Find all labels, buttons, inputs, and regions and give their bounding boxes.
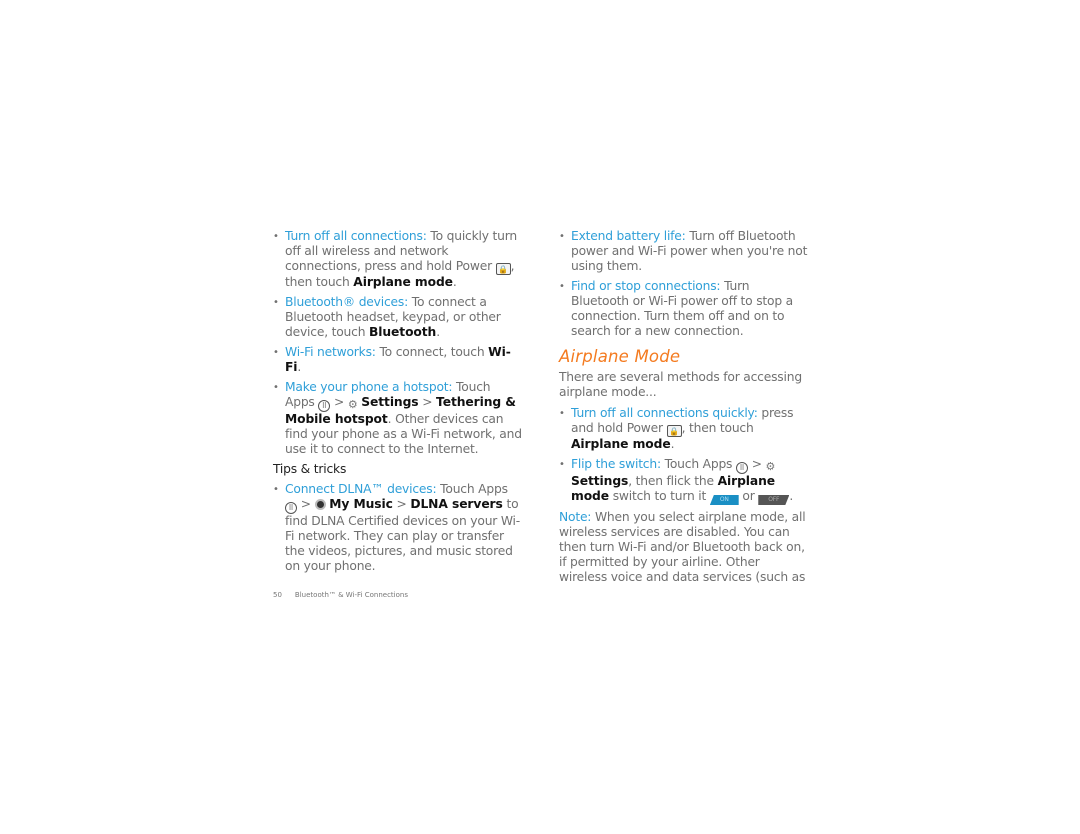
tips-subheading: Tips & tricks <box>273 462 347 476</box>
list-item: Find or stop connections: Turn Bluetooth… <box>559 279 809 339</box>
separator: > <box>330 395 348 409</box>
item-lead: Turn off all connections quickly: <box>571 406 758 420</box>
connection-tips-list: Turn off all connections: To quickly tur… <box>273 229 523 457</box>
item-text: , then flick the <box>628 474 718 488</box>
apps-icon: ⠿ <box>318 400 331 412</box>
settings-label: Settings <box>571 474 629 488</box>
gear-icon: ⚙ <box>765 460 776 473</box>
item-lead: Wi-Fi networks: <box>285 345 376 359</box>
separator: > <box>392 497 411 511</box>
airplane-methods-list: Turn off all connections quickly: press … <box>559 406 809 505</box>
right-column: Extend battery life: Turn off Bluetooth … <box>559 229 809 591</box>
apps-icon: ⠿ <box>735 462 748 474</box>
list-item: Connect DLNA™ devices: Touch Apps ⠿ > My… <box>273 482 523 574</box>
dlna-servers-label: DLNA servers <box>410 497 503 511</box>
item-lead: Extend battery life: <box>571 229 686 243</box>
switch-off-icon: OFF <box>758 495 789 505</box>
section-heading: Airplane Mode <box>559 347 681 366</box>
note-text: When you select airplane mode, all wirel… <box>559 510 806 584</box>
item-lead: Turn off all connections: <box>285 229 427 243</box>
note-paragraph: Note: When you select airplane mode, all… <box>559 510 809 585</box>
item-text: . <box>452 275 457 289</box>
gear-icon: ⚙ <box>347 398 358 411</box>
item-text: . <box>789 489 794 503</box>
item-lead: Connect DLNA™ devices: <box>285 482 437 496</box>
item-text: switch to turn it <box>609 489 710 503</box>
list-item: Wi-Fi networks: To connect, touch Wi-Fi. <box>273 345 523 375</box>
list-item: Extend battery life: Turn off Bluetooth … <box>559 229 809 274</box>
list-item: Make your phone a hotspot: Touch Apps ⠿ … <box>273 380 523 457</box>
power-key-icon: 🔒 <box>495 263 511 275</box>
item-lead: Make your phone a hotspot: <box>285 380 453 394</box>
item-text: To connect, touch <box>375 345 489 359</box>
item-text: Touch Apps <box>660 457 736 471</box>
list-item: Flip the switch: Touch Apps ⠿ > ⚙ Settin… <box>559 457 809 505</box>
item-text: . <box>297 360 302 374</box>
list-item: Turn off all connections: To quickly tur… <box>273 229 523 290</box>
power-key-icon: 🔒 <box>666 425 682 437</box>
left-column: Turn off all connections: To quickly tur… <box>273 229 523 579</box>
my-music-label: My Music <box>329 497 393 511</box>
item-lead: Bluetooth® devices: <box>285 295 409 309</box>
separator: > <box>418 395 437 409</box>
item-text: Touch Apps <box>436 482 508 496</box>
item-lead: Find or stop connections: <box>571 279 721 293</box>
page-number: 50 <box>273 591 282 599</box>
list-item: Bluetooth® devices: To connect a Bluetoo… <box>273 295 523 340</box>
apps-icon: ⠿ <box>285 502 297 514</box>
intro-text: There are several methods for accessing … <box>559 370 802 399</box>
item-lead: Flip the switch: <box>571 457 661 471</box>
airplane-mode-label: Airplane mode <box>571 437 671 451</box>
settings-label: Settings <box>361 395 419 409</box>
tips-list: Connect DLNA™ devices: Touch Apps ⠿ > My… <box>273 482 523 574</box>
power-tips-list: Extend battery life: Turn off Bluetooth … <box>559 229 809 339</box>
switch-on-icon: ON <box>709 495 739 505</box>
separator: > <box>747 457 766 471</box>
item-text: or <box>738 489 759 503</box>
section-title: Bluetooth™ & Wi-Fi Connections <box>294 591 408 599</box>
bluetooth-label: Bluetooth <box>369 325 437 339</box>
item-text: . <box>436 325 440 339</box>
list-item: Turn off all connections quickly: press … <box>559 406 809 452</box>
music-icon <box>314 499 326 510</box>
separator: > <box>297 497 315 511</box>
note-label: Note: <box>559 510 592 524</box>
item-text: , then touch <box>681 421 754 435</box>
page-footer: 50 Bluetooth™ & Wi-Fi Connections <box>273 591 408 599</box>
airplane-mode-label: Airplane mode <box>353 275 453 289</box>
item-text: . <box>670 437 675 451</box>
